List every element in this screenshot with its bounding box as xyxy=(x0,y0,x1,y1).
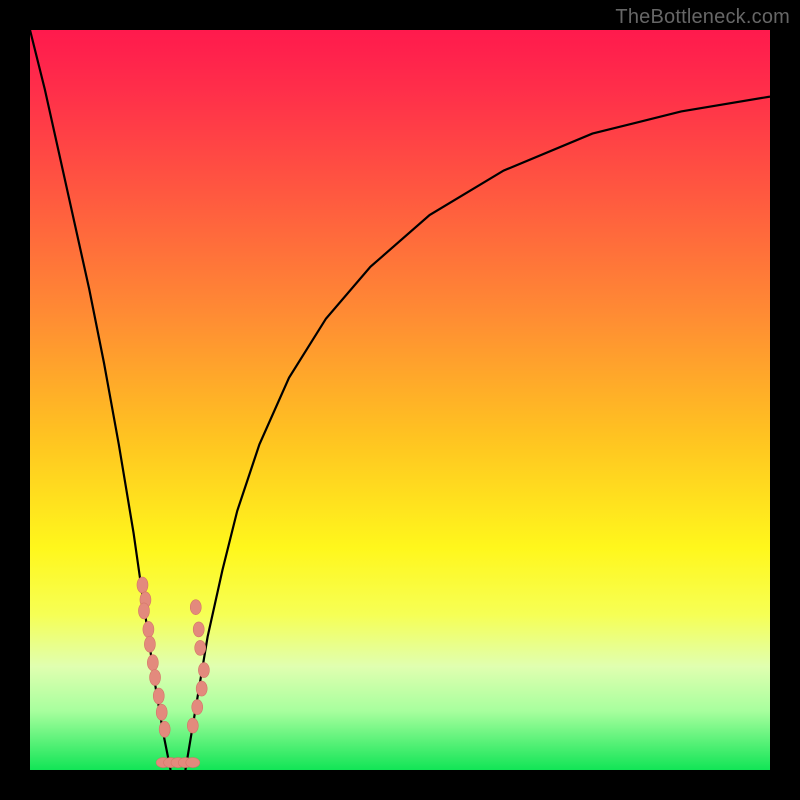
data-point xyxy=(196,681,207,696)
data-point xyxy=(143,621,154,637)
chart-svg xyxy=(30,30,770,770)
data-point xyxy=(144,636,155,652)
plot-area xyxy=(30,30,770,770)
data-point xyxy=(156,704,167,720)
data-point xyxy=(138,603,149,619)
right-curve xyxy=(185,97,770,770)
data-point xyxy=(186,758,200,768)
data-point xyxy=(153,688,164,704)
data-point xyxy=(192,700,203,715)
data-point xyxy=(159,721,170,737)
data-markers xyxy=(137,577,209,768)
data-point xyxy=(147,655,158,671)
data-point xyxy=(137,577,148,593)
watermark-text: TheBottleneck.com xyxy=(615,6,790,29)
data-point xyxy=(198,663,209,678)
chart-frame: TheBottleneck.com xyxy=(0,0,800,800)
data-point xyxy=(150,670,161,686)
data-point xyxy=(193,622,204,637)
data-point xyxy=(195,640,206,655)
data-point xyxy=(190,600,201,615)
data-point xyxy=(187,718,198,733)
